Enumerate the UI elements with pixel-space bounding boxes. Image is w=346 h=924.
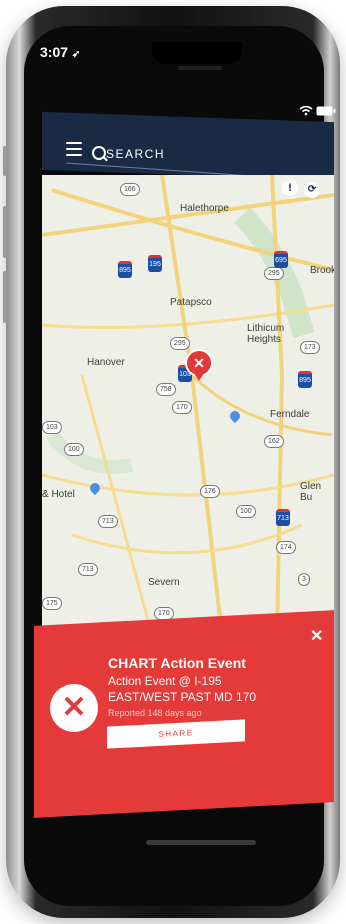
map-view[interactable]: Halethorpe Patapsco Lithicum Heights Han… <box>42 175 334 635</box>
place-label: Glen Bu <box>300 481 322 503</box>
event-direction: EAST/WEST PAST MD 170 <box>108 690 257 704</box>
route-shield: 295 <box>170 337 190 350</box>
route-shield: 100 <box>64 443 84 456</box>
event-location: Action Event @ I-195 <box>108 674 222 688</box>
route-shield: 100 <box>236 505 256 518</box>
interstate-shield: 713 <box>276 509 290 526</box>
event-reported-time: Reported 148 days ago <box>108 708 202 718</box>
interstate-shield: 695 <box>274 251 288 268</box>
place-label: Ferndale <box>270 409 310 420</box>
place-label: & Hotel <box>42 489 75 500</box>
route-shield: 166 <box>120 183 140 196</box>
location-arrow-icon: ➶ <box>71 49 81 60</box>
home-indicator <box>146 840 256 845</box>
route-shield: 170 <box>172 401 192 414</box>
route-shield: 758 <box>156 383 176 396</box>
info-button[interactable]: ! <box>282 180 298 196</box>
place-label: Halethorpe <box>180 203 229 214</box>
route-shield: 173 <box>300 341 320 354</box>
interstate-shield: 895 <box>118 261 132 278</box>
volume-down-button <box>3 271 7 323</box>
place-label: Brook <box>310 265 334 276</box>
route-shield: 174 <box>276 541 296 554</box>
route-shield: 713 <box>78 563 98 576</box>
route-shield: 175 <box>42 597 62 610</box>
close-icon[interactable]: ✕ <box>310 626 323 646</box>
interstate-shield: 195 <box>148 255 162 272</box>
notch <box>152 42 242 64</box>
route-shield: 3 <box>298 573 310 586</box>
place-label: Lithicum Heights <box>247 323 285 345</box>
refresh-button[interactable]: ⟳ <box>304 182 320 198</box>
status-time: 3:07 ➶ <box>40 44 81 60</box>
search-icon[interactable] <box>92 146 106 160</box>
route-shield: 176 <box>200 485 220 498</box>
route-shield: 162 <box>264 435 284 448</box>
place-label: Severn <box>148 577 180 588</box>
status-icons <box>299 105 336 119</box>
battery-icon <box>316 105 336 119</box>
app-header <box>42 111 334 181</box>
event-title: CHART Action Event <box>108 655 246 671</box>
route-shield: 103 <box>42 421 62 434</box>
volume-up-button <box>3 206 7 258</box>
route-shield: 713 <box>98 515 118 528</box>
search-input[interactable]: SEARCH <box>106 147 165 161</box>
mute-switch <box>3 146 7 176</box>
alert-icon: ✕ <box>50 684 98 732</box>
place-label: Hanover <box>87 357 125 368</box>
route-shield: 295 <box>264 267 284 280</box>
place-label: Patapsco <box>170 297 212 308</box>
speaker <box>178 66 222 70</box>
interstate-shield: 895 <box>298 371 312 388</box>
wifi-icon <box>299 105 316 119</box>
menu-icon[interactable] <box>66 142 82 156</box>
incident-pin-icon[interactable]: ✕ <box>187 351 211 381</box>
